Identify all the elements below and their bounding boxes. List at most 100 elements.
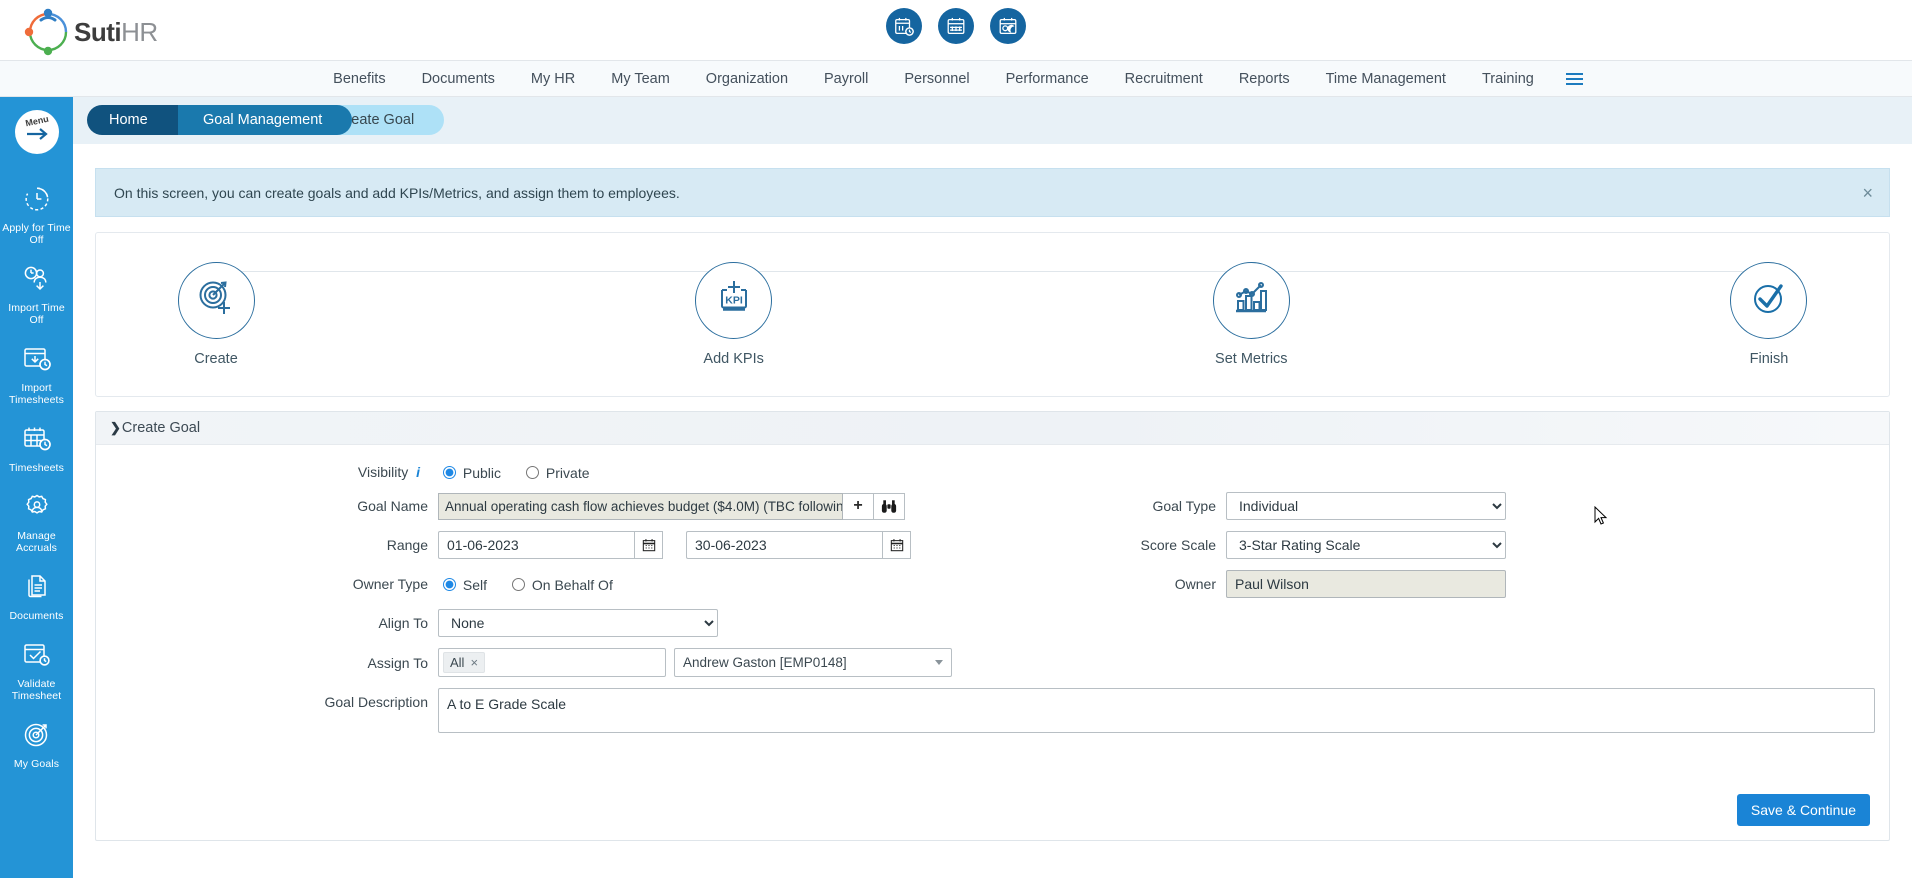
- form-section-title: Create Goal: [121, 420, 201, 436]
- sidebar-item-import-timesheets[interactable]: Import Timesheets: [0, 336, 73, 416]
- sidebar-item-label: Apply for Time Off: [2, 222, 71, 246]
- sidebar-item-manage-accruals[interactable]: Manage Accruals: [0, 484, 73, 564]
- nav-item-benefits[interactable]: Benefits: [315, 61, 403, 97]
- visibility-radio-private[interactable]: [526, 466, 540, 479]
- owner-type-label: Owner Type: [352, 576, 428, 592]
- timesheet-calendar-icon[interactable]: [886, 8, 922, 44]
- owner-group: Owner Paul Wilson: [1016, 570, 1506, 598]
- remove-tag-icon[interactable]: ×: [470, 655, 478, 670]
- step-finish[interactable]: Finish: [1689, 262, 1849, 367]
- nav-item-organization[interactable]: Organization: [688, 61, 806, 97]
- breadcrumb-item-goal-management[interactable]: Goal Management: [173, 105, 353, 135]
- leave-calendar-icon[interactable]: [990, 8, 1026, 44]
- nav-item-recruitment[interactable]: Recruitment: [1107, 61, 1221, 97]
- step-add-kpis[interactable]: KPI Add KPIs: [654, 262, 814, 367]
- main-navigation: Benefits Documents My HR My Team Organiz…: [0, 61, 1912, 97]
- range-to-input[interactable]: [686, 531, 882, 559]
- step-set-metrics-circle: [1212, 262, 1290, 339]
- assign-to-tag: All ×: [443, 652, 486, 673]
- nav-item-payroll[interactable]: Payroll: [806, 61, 886, 97]
- nav-item-my-team[interactable]: My Team: [593, 61, 688, 97]
- nav-item-performance[interactable]: Performance: [988, 61, 1107, 97]
- owner-label: Owner: [1174, 576, 1216, 592]
- close-icon[interactable]: ×: [1862, 184, 1873, 202]
- sidebar-item-label: Import Timesheets: [9, 382, 64, 406]
- sidebar-item-timesheets[interactable]: Timesheets: [0, 416, 73, 484]
- breadcrumb-item-home[interactable]: Home: [87, 105, 178, 135]
- sidebar-item-label: My Goals: [13, 758, 60, 770]
- goal-description-textarea[interactable]: A to E Grade Scale: [438, 688, 1875, 733]
- sidebar-item-documents[interactable]: Documents: [0, 564, 73, 632]
- visibility-option-public[interactable]: Public: [438, 463, 501, 481]
- form-section-header[interactable]: ❯ Create Goal: [96, 412, 1889, 445]
- target-plus-icon: [196, 278, 236, 323]
- app-logo[interactable]: SutiHR: [22, 6, 158, 58]
- range-from-input[interactable]: [438, 531, 634, 559]
- form-actions: Save & Continue: [1736, 794, 1870, 826]
- owner-type-group: Owner Type Self On Behalf Of: [96, 575, 1016, 593]
- owner-type-self-label: Self: [462, 577, 488, 593]
- sidebar-item-my-goals[interactable]: My Goals: [0, 712, 73, 780]
- sidebar-item-apply-for-time-off[interactable]: Apply for Time Off: [0, 176, 73, 256]
- sidebar-menu-toggle[interactable]: Menu: [14, 110, 59, 154]
- nav-item-time-management[interactable]: Time Management: [1308, 61, 1464, 97]
- assign-to-employee-select[interactable]: Andrew Gaston [EMP0148]: [674, 648, 952, 677]
- step-finish-circle: [1730, 262, 1808, 339]
- clock-icon: [2, 185, 71, 218]
- goal-type-label: Goal Type: [1152, 498, 1216, 514]
- visibility-option-private[interactable]: Private: [521, 463, 590, 481]
- assign-to-tag-input[interactable]: All ×: [438, 648, 666, 677]
- calendar-icon[interactable]: [938, 8, 974, 44]
- goal-name-input[interactable]: Annual operating cash flow achieves budg…: [438, 492, 843, 520]
- nav-item-reports[interactable]: Reports: [1221, 61, 1308, 97]
- sidebar-item-label: Manage Accruals: [15, 530, 58, 554]
- step-create-label: Create: [194, 351, 238, 367]
- row-range: Range 01-06-2023 30-06-2023 Score Scale …: [96, 531, 1889, 559]
- timesheets-calendar-icon: [2, 425, 71, 458]
- calendar-icon[interactable]: [634, 531, 663, 559]
- documents-icon: [2, 573, 71, 606]
- owner-type-radio-self[interactable]: [443, 578, 456, 591]
- score-scale-group: Score Scale 3-Star Rating Scale: [1016, 531, 1506, 559]
- add-goal-button[interactable]: +: [843, 492, 874, 520]
- step-set-metrics[interactable]: Set Metrics: [1171, 262, 1331, 367]
- align-to-select[interactable]: None: [438, 609, 718, 637]
- step-create[interactable]: Create: [136, 262, 296, 367]
- svg-text:KPI: KPI: [725, 295, 743, 307]
- owner-type-option-on-behalf-of[interactable]: On Behalf Of: [507, 575, 613, 593]
- owner-type-radio-group: Self On Behalf Of: [438, 575, 627, 593]
- score-scale-label: Score Scale: [1140, 537, 1216, 553]
- chevron-right-icon: ❯: [110, 420, 121, 435]
- sidebar-item-label: Documents: [9, 610, 64, 622]
- logo-wordmark: SutiHR: [32, 17, 158, 48]
- visibility-radio-public[interactable]: [443, 466, 456, 479]
- goal-description-label: Goal Description: [324, 694, 429, 710]
- save-and-continue-button[interactable]: Save & Continue: [1736, 794, 1870, 826]
- info-icon[interactable]: i: [416, 464, 420, 480]
- nav-item-training[interactable]: Training: [1464, 61, 1552, 97]
- nav-item-documents[interactable]: Documents: [404, 61, 513, 97]
- step-finish-label: Finish: [1749, 351, 1789, 367]
- nav-item-personnel[interactable]: Personnel: [886, 61, 987, 97]
- owner-type-radio-on-behalf[interactable]: [512, 578, 526, 591]
- owner-type-option-self[interactable]: Self: [438, 575, 487, 593]
- binoculars-icon[interactable]: [874, 492, 905, 520]
- info-banner: On this screen, you can create goals and…: [95, 168, 1890, 217]
- sidebar-item-validate-timesheet[interactable]: Validate Timesheet: [0, 632, 73, 712]
- goal-name-group: Goal Name Annual operating cash flow ach…: [96, 492, 1016, 520]
- sidebar-item-import-time-off[interactable]: Import Time Off: [0, 256, 73, 336]
- bar-chart-line-icon: [1230, 278, 1272, 323]
- assign-to-employee-value: Andrew Gaston [EMP0148]: [683, 655, 847, 670]
- top-bar: SutiHR: [0, 0, 1912, 61]
- hamburger-menu-icon[interactable]: [1552, 72, 1597, 85]
- range-to-wrap: [686, 531, 911, 559]
- nav-item-my-hr[interactable]: My HR: [513, 61, 593, 97]
- logo-suti-text: Suti: [74, 16, 122, 47]
- row-assign-to: Assign To All × Andrew Gaston [EMP0148]: [96, 648, 1889, 677]
- score-scale-select[interactable]: 3-Star Rating Scale: [1226, 531, 1506, 559]
- goal-type-select[interactable]: Individual: [1226, 492, 1506, 520]
- quick-action-icons: [886, 8, 1026, 44]
- range-from-wrap: [438, 531, 663, 559]
- assign-to-tag-label: All: [450, 655, 465, 670]
- calendar-icon[interactable]: [882, 531, 911, 559]
